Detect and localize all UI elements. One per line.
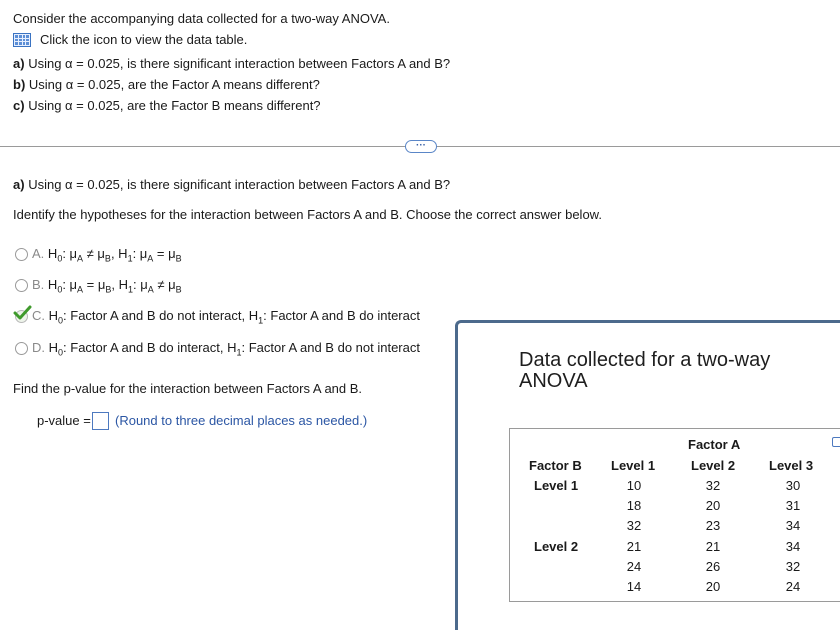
copy-icon[interactable] xyxy=(832,437,840,447)
radio-option-b[interactable] xyxy=(15,279,28,292)
factor-b-header: Factor B xyxy=(529,458,582,473)
option-a[interactable]: A. H0: μA ≠ μB, H1: μA = μB xyxy=(32,246,182,264)
h0-symbol: H xyxy=(48,340,59,355)
factor-a-header: Factor A xyxy=(688,437,741,452)
part-text: Using α = 0.025, is there significant in… xyxy=(28,177,451,192)
part-label: a) xyxy=(13,177,25,192)
sub-b: B xyxy=(175,284,182,295)
table-cell: 20 xyxy=(705,498,721,513)
h1-text: : Factor A and B do not interact xyxy=(241,340,420,355)
level-header-1: Level 1 xyxy=(611,458,656,473)
part-a-question: a) Using α = 0.025, is there significant… xyxy=(13,177,450,192)
intro-part-a: a) Using α = 0.025, is there significant… xyxy=(13,56,450,71)
table-cell: 14 xyxy=(626,579,642,594)
h0-text: : Factor A and B do interact, H xyxy=(63,340,237,355)
h1-text: : μ xyxy=(133,277,148,292)
h1-symbol: , H xyxy=(111,277,129,292)
table-cell: 34 xyxy=(785,539,801,554)
option-letter: D. xyxy=(32,340,45,355)
row-label-level-1: Level 1 xyxy=(534,478,579,493)
h1-relation: ≠ μ xyxy=(153,277,176,292)
table-cell: 24 xyxy=(626,559,642,574)
h0-relation: ≠ μ xyxy=(83,246,105,261)
table-cell: 30 xyxy=(785,478,801,493)
checkmark-icon xyxy=(13,305,32,320)
part-text: Using α = 0.025, are the Factor B means … xyxy=(28,98,321,113)
option-b[interactable]: B. H0: μA = μB, H1: μA ≠ μB xyxy=(32,277,182,295)
intro-text: Consider the accompanying data collected… xyxy=(13,11,390,26)
part-label: b) xyxy=(13,77,26,92)
pvalue-prompt: Find the p-value for the interaction bet… xyxy=(13,381,363,396)
pvalue-hint: (Round to three decimal places as needed… xyxy=(115,413,368,428)
pvalue-input[interactable] xyxy=(92,412,109,430)
option-letter: B. xyxy=(32,277,45,292)
table-cell: 31 xyxy=(785,498,801,513)
instruction-text: Identify the hypotheses for the interact… xyxy=(13,207,602,222)
h0-text: : Factor A and B do not interact, H xyxy=(63,308,259,323)
table-cell: 24 xyxy=(785,579,801,594)
h0-symbol: H xyxy=(47,246,58,261)
table-cell: 23 xyxy=(705,518,721,533)
intro-part-b: b) Using α = 0.025, are the Factor A mea… xyxy=(13,77,320,92)
table-cell: 21 xyxy=(626,539,642,554)
table-cell: 18 xyxy=(626,498,642,513)
expand-button[interactable]: ··· xyxy=(405,140,437,153)
intro-part-c: c) Using α = 0.025, are the Factor B mea… xyxy=(13,98,321,113)
level-header-3: Level 3 xyxy=(769,458,814,473)
row-label-level-2: Level 2 xyxy=(534,539,579,554)
option-letter: C. xyxy=(32,308,45,323)
table-link-text[interactable]: Click the icon to view the data table. xyxy=(40,32,247,47)
option-c[interactable]: C. H0: Factor A and B do not interact, H… xyxy=(32,308,420,326)
table-cell: 10 xyxy=(626,478,642,493)
table-cell: 20 xyxy=(705,579,721,594)
sub-b: B xyxy=(175,253,182,264)
h0-text: : μ xyxy=(62,277,78,292)
table-cell: 32 xyxy=(785,559,801,574)
radio-option-d[interactable] xyxy=(15,342,28,355)
radio-option-a[interactable] xyxy=(15,248,28,261)
h0-text: : μ xyxy=(62,246,78,261)
table-cell: 26 xyxy=(705,559,721,574)
h0-symbol: H xyxy=(48,308,59,323)
part-text: Using α = 0.025, is there significant in… xyxy=(28,56,451,71)
h1-relation: = μ xyxy=(153,246,176,261)
part-label: c) xyxy=(13,98,25,113)
pvalue-label: p-value = xyxy=(37,413,91,428)
table-cell: 34 xyxy=(785,518,801,533)
option-letter: A. xyxy=(32,246,45,261)
h0-relation: = μ xyxy=(83,277,106,292)
option-d[interactable]: D. H0: Factor A and B do interact, H1: F… xyxy=(32,340,420,358)
part-text: Using α = 0.025, are the Factor A means … xyxy=(28,77,320,92)
h1-text: : Factor A and B do interact xyxy=(263,308,420,323)
table-cell: 32 xyxy=(626,518,642,533)
h1-symbol: , H xyxy=(110,246,128,261)
part-label: a) xyxy=(13,56,25,71)
data-table-icon[interactable] xyxy=(13,33,31,47)
table-cell: 32 xyxy=(705,478,721,493)
h0-symbol: H xyxy=(47,277,58,292)
panel-title: Data collected for a two-way ANOVA xyxy=(519,349,771,392)
level-header-2: Level 2 xyxy=(691,458,736,473)
data-table xyxy=(509,428,840,602)
h1-text: : μ xyxy=(132,246,148,261)
table-cell: 21 xyxy=(705,539,721,554)
